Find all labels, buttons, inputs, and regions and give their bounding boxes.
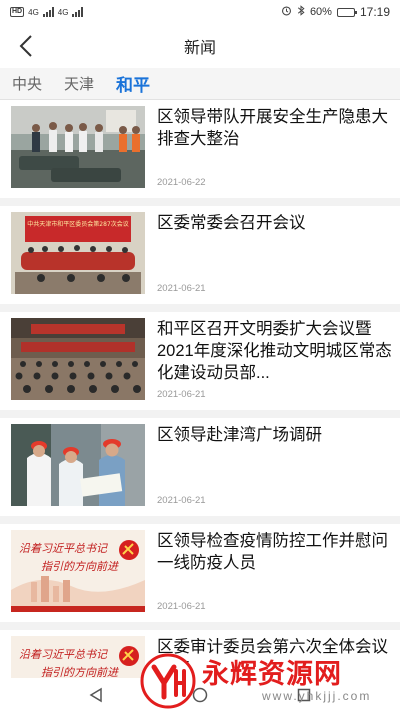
bluetooth-icon: [297, 5, 305, 19]
news-item[interactable]: 和平区召开文明委扩大会议暨2021年度深化推动文明城区常态化建设动员部... 2…: [0, 312, 400, 410]
battery-percent: 60%: [309, 6, 332, 18]
news-title: 区领导赴津湾广场调研: [157, 426, 322, 444]
news-item[interactable]: 区领导赴津湾广场调研 2021-06-21: [0, 418, 400, 516]
back-arrow-icon: [19, 35, 32, 57]
back-triangle-icon: [89, 687, 102, 702]
status-right: 60% 17:19: [281, 5, 390, 19]
news-date: 2021-06-21: [157, 601, 206, 612]
news-thumbnail: 沿着习近平总书记 指引的方向前进: [11, 530, 145, 612]
system-nav-bar: [0, 678, 400, 711]
news-thumbnail: [11, 424, 145, 506]
news-item[interactable]: 沿着习近平总书记 指引的方向前进 区领导检查疫情防控工作并慰问一线防疫人员 20…: [0, 524, 400, 622]
system-home-button[interactable]: [188, 683, 212, 707]
status-bar: HD 4G 4G 60% 17:19: [0, 0, 400, 24]
clock-time: 17:19: [359, 5, 390, 19]
news-date: 2021-06-21: [157, 283, 206, 294]
tab-heping[interactable]: 和平: [116, 71, 150, 96]
signal-icon-2: [72, 7, 84, 17]
news-title: 区领导检查疫情防控工作并慰问一线防疫人员: [157, 532, 388, 572]
nav-bar: 新闻: [0, 24, 400, 68]
poster-text-line1: 沿着习近平总书记: [19, 648, 108, 661]
news-list: 区领导带队开展安全生产隐患大排查大整治 2021-06-22 中共天津市和平区委…: [0, 100, 400, 678]
hd-badge: HD: [10, 7, 25, 17]
recent-square-icon: [297, 688, 311, 701]
news-thumbnail: 中共天津市和平区委员会第287次会议: [11, 212, 145, 294]
battery-icon: [336, 7, 357, 17]
page-title: 新闻: [183, 40, 216, 57]
news-date: 2021-06-21: [157, 495, 206, 506]
system-recent-button[interactable]: [292, 683, 316, 707]
alarm-icon: [281, 5, 292, 19]
news-item[interactable]: 中共天津市和平区委员会第287次会议 区委常委会召开会议 2021-06-21: [0, 206, 400, 304]
network-type-label-2: 4G: [57, 7, 69, 17]
tab-tianjin[interactable]: 天津: [64, 73, 94, 94]
news-item[interactable]: 区领导带队开展安全生产隐患大排查大整治 2021-06-22: [0, 100, 400, 198]
news-date: 2021-06-21: [157, 389, 206, 400]
home-circle-icon: [192, 687, 208, 702]
status-left: HD 4G 4G: [10, 7, 84, 17]
system-back-button[interactable]: [84, 683, 108, 707]
meeting-banner-text: 中共天津市和平区委员会第287次会议: [27, 220, 128, 228]
news-title: 区委常委会召开会议: [157, 214, 306, 232]
news-thumbnail: 沿着习近平总书记 指引的方向前进: [11, 636, 145, 678]
back-button[interactable]: [8, 28, 44, 64]
news-title: 区领导带队开展安全生产隐患大排查大整治: [157, 108, 388, 148]
news-date: 2021-06-22: [157, 177, 206, 188]
news-title: 区委审计委员会第六次全体会议召开: [157, 638, 388, 678]
news-thumbnail: [11, 106, 145, 188]
category-tabs: 中央 天津 和平: [0, 68, 400, 100]
signal-icon: [42, 7, 54, 17]
news-title: 和平区召开文明委扩大会议暨2021年度深化推动文明城区常态化建设动员部...: [157, 320, 392, 382]
network-type-label: 4G: [28, 7, 39, 17]
news-thumbnail: [11, 318, 145, 400]
poster-text-line2: 指引的方向前进: [41, 666, 119, 678]
news-item[interactable]: 沿着习近平总书记 指引的方向前进 区委审计委员会第六次全体会议召开: [0, 630, 400, 678]
poster-text-line2: 指引的方向前进: [41, 560, 119, 573]
tab-central[interactable]: 中央: [12, 73, 42, 94]
poster-text-line1: 沿着习近平总书记: [19, 542, 108, 555]
